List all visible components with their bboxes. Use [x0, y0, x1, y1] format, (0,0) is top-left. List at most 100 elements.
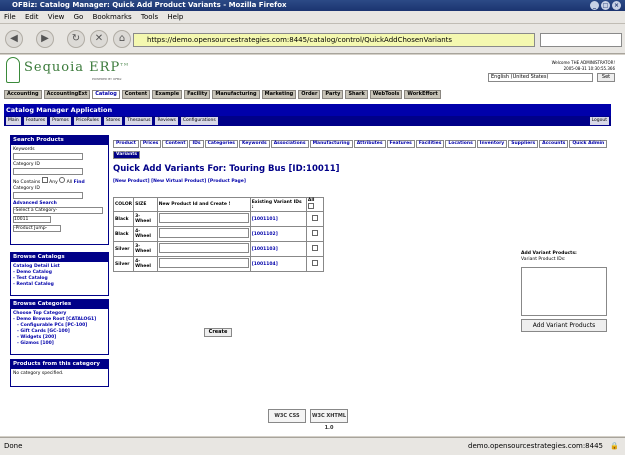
new-product-id-input[interactable] [158, 213, 249, 224]
tab-accountingext[interactable]: AccountingExt [43, 90, 91, 99]
tab-inventory[interactable]: Inventory [476, 140, 508, 148]
page-content: Sequoia ERPTM POWERED BY OFBiz Welcome T… [0, 55, 625, 436]
existing-variant-link[interactable]: [1001102] [249, 226, 307, 242]
tab-example[interactable]: Example [152, 90, 183, 99]
reload-icon[interactable]: ↻ [67, 30, 85, 48]
row-checkbox[interactable] [311, 230, 318, 236]
tab-catalog[interactable]: Catalog [92, 90, 120, 99]
tab-keywords[interactable]: Keywords [238, 140, 270, 148]
product-jump-dropdown[interactable]: -Product Jump- [13, 225, 61, 232]
tab-party[interactable]: Party [322, 90, 344, 99]
tab-facility[interactable]: Facility [184, 90, 211, 99]
subtab-stores[interactable]: Stores [103, 117, 123, 125]
tab-accounts[interactable]: Accounts [539, 140, 569, 148]
stop-icon[interactable]: ✕ [90, 30, 108, 48]
tab-associations[interactable]: Associations [270, 140, 309, 148]
tab-suppliers[interactable]: Suppliers [508, 140, 539, 148]
subtab-reviews[interactable]: Reviews [155, 117, 178, 125]
create-button[interactable]: Create [204, 328, 232, 337]
tab-accounting[interactable]: Accounting [4, 90, 42, 99]
row-checkbox[interactable] [311, 245, 318, 251]
minimize-icon[interactable]: _ [590, 1, 599, 10]
tab-manufacturing[interactable]: Manufacturing [212, 90, 260, 99]
menu-edit[interactable]: Edit [25, 13, 39, 21]
category-id-input[interactable] [13, 192, 83, 199]
tab-workeffort[interactable]: WorkEffort [404, 90, 441, 99]
home-icon[interactable]: ⌂ [113, 30, 131, 48]
no-contains-checkbox[interactable] [41, 177, 48, 183]
subtab-main[interactable]: Main [6, 117, 21, 125]
new-virtual-product-link[interactable]: [New Virtual Product] [151, 179, 206, 184]
back-icon[interactable]: ◀ [5, 30, 23, 48]
tab-prices[interactable]: Prices [139, 140, 162, 148]
tab-content[interactable]: Content [162, 140, 189, 148]
tab-locations[interactable]: Locations [445, 140, 476, 148]
subtab-thesaurus[interactable]: Thesaurus [125, 117, 153, 125]
all-header: All [305, 197, 325, 212]
table-header-row: COLOR SIZE New Product Id and Create ! E… [112, 197, 325, 212]
new-product-id-input[interactable] [158, 243, 249, 254]
tab-categories[interactable]: Categories [204, 140, 238, 148]
menu-bookmarks[interactable]: Bookmarks [93, 13, 132, 21]
any-radio[interactable] [59, 177, 66, 183]
forward-icon[interactable]: ▶ [36, 30, 54, 48]
tab-shark[interactable]: Shark [345, 90, 368, 99]
subtab-configurations[interactable]: Configurations [180, 117, 218, 125]
tab-product[interactable]: Product [113, 140, 139, 148]
tab-order[interactable]: Order [298, 90, 321, 99]
variant-ids-textarea[interactable] [521, 267, 607, 316]
logout-link[interactable]: Logout [589, 117, 609, 125]
tab-ids[interactable]: IDs [189, 140, 204, 148]
add-variant-products-button[interactable]: Add Variant Products [521, 319, 607, 332]
set-button[interactable]: Set [597, 73, 615, 82]
page-title: Quick Add Variants For: Touring Bus [ID:… [113, 164, 340, 174]
browser-search-input[interactable] [540, 33, 622, 47]
tab-attributes[interactable]: Attributes [353, 140, 386, 148]
tab-variants[interactable]: Variants [113, 151, 141, 159]
subtab-pricerules[interactable]: PriceRules [73, 117, 101, 125]
row-checkbox[interactable] [311, 260, 318, 266]
existing-variant-link[interactable]: [1001101] [249, 211, 307, 227]
existing-variant-link[interactable]: [1001103] [249, 241, 307, 257]
any-label: Any [49, 180, 58, 185]
row-checkbox[interactable] [311, 215, 318, 221]
select-category-dropdown[interactable]: -Select a Category- [13, 207, 103, 214]
color-header: COLOR [112, 197, 135, 212]
w3c-css-badge[interactable]: W3C CSS [268, 409, 306, 423]
find-button[interactable]: Find [74, 180, 85, 185]
tab-manufacturing[interactable]: Manufacturing [309, 140, 353, 148]
new-product-id-input[interactable] [158, 258, 249, 269]
menu-go[interactable]: Go [74, 13, 84, 21]
tab-webtools[interactable]: WebTools [369, 90, 403, 99]
size-cell: 4-Wheel [133, 256, 158, 272]
language-select[interactable]: English (United States) [488, 73, 593, 82]
menu-help[interactable]: Help [167, 13, 183, 21]
product-page-link[interactable]: [Product Page] [208, 179, 246, 184]
close-icon[interactable]: × [612, 1, 621, 10]
color-cell: Silver [112, 241, 135, 257]
product-id-input[interactable]: 10011 [13, 216, 51, 223]
catalog-link[interactable]: - Rental Catalog [13, 282, 106, 288]
existing-variant-link[interactable]: [1001104] [249, 256, 307, 272]
keywords-input[interactable] [13, 153, 83, 160]
tab-facilities[interactable]: Facilities [415, 140, 445, 148]
category-link[interactable]: - Gizmos [100] [13, 341, 106, 347]
subtab-promos[interactable]: Promos [50, 117, 71, 125]
subtab-features[interactable]: Features [23, 117, 48, 125]
menu-file[interactable]: File [4, 13, 16, 21]
product-links: [New Product] [New Virtual Product] [Pro… [113, 179, 246, 184]
tab-marketing[interactable]: Marketing [261, 90, 297, 99]
w3c-xhtml-badge[interactable]: W3C XHTML 1.0 [310, 409, 348, 431]
maximize-icon[interactable]: □ [601, 1, 610, 10]
tab-content[interactable]: Content [121, 90, 151, 99]
select-all-checkbox[interactable] [307, 203, 314, 209]
url-bar[interactable]: https://demo.opensourcestrategies.com:84… [133, 33, 535, 47]
menu-tools[interactable]: Tools [141, 13, 158, 21]
tab-features[interactable]: Features [386, 140, 415, 148]
no-contains-label: No Contains [13, 180, 41, 185]
menu-view[interactable]: View [48, 13, 65, 21]
new-product-id-input[interactable] [158, 228, 249, 239]
category-input[interactable] [13, 168, 83, 175]
new-product-link[interactable]: [New Product] [113, 179, 150, 184]
tab-quick-admin[interactable]: Quick Admin [569, 140, 608, 148]
